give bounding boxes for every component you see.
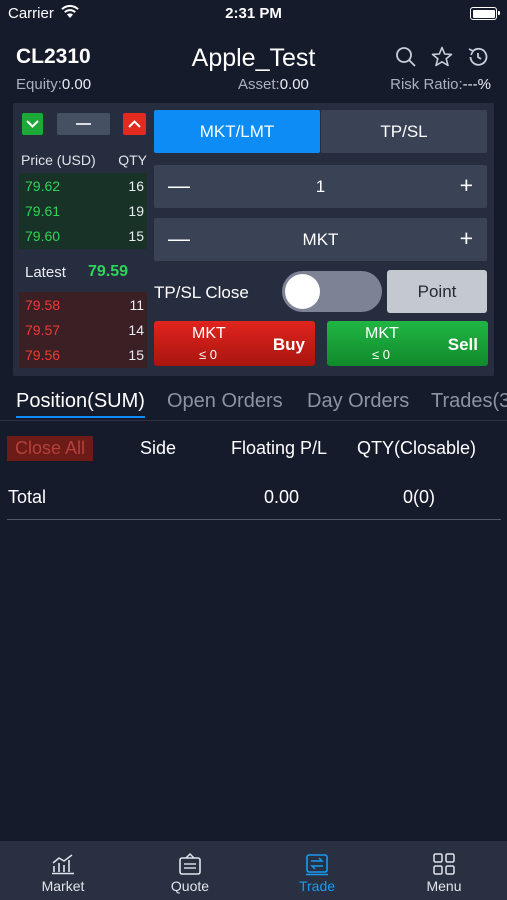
ask-row[interactable]: 79.62 16: [19, 173, 147, 198]
total-qty: 0(0): [403, 487, 436, 507]
tab-open-orders[interactable]: Open Orders: [167, 390, 283, 413]
bid-qty: 15: [128, 347, 144, 363]
column-side: Side: [140, 438, 177, 458]
bottom-tab-bar: Market Quote Trade Menu: [0, 841, 507, 900]
toggle-knob: [285, 274, 320, 309]
latest-label: Latest: [25, 264, 66, 281]
risk-label: Risk Ratio:: [390, 76, 463, 93]
divider: [0, 420, 507, 421]
tab-trades[interactable]: Trades(3): [431, 390, 507, 413]
tab-market-label: Market: [41, 878, 85, 894]
order-type-stepper: — MKT +: [154, 218, 487, 261]
equity-value: 0.00: [61, 76, 92, 93]
bid-levels: 79.58 11 79.57 14 79.56 15: [19, 292, 147, 368]
tpsl-close-toggle[interactable]: [282, 271, 382, 312]
bid-qty: 14: [128, 322, 144, 338]
sell-order-type: MKT: [365, 325, 399, 342]
quantity-stepper: — 1 +: [154, 165, 487, 208]
bid-price: 79.58: [25, 297, 61, 313]
bid-row[interactable]: 79.57 14: [19, 317, 147, 342]
clock: 2:31 PM: [225, 5, 282, 22]
trade-icon: [304, 852, 330, 876]
grid-icon: [431, 852, 457, 876]
bid-price: 79.56: [25, 347, 61, 363]
header: CL2310 Apple_Test Equity:0.00 Asset:0.00…: [0, 40, 507, 98]
search-icon[interactable]: [394, 45, 418, 69]
buy-price: ≤ 0: [199, 347, 217, 362]
ask-qty: 16: [128, 178, 144, 194]
ask-row[interactable]: 79.60 15: [19, 223, 147, 248]
latest-price: 79.59: [88, 263, 129, 280]
asset-value: 0.00: [279, 76, 309, 93]
tab-menu-label: Menu: [426, 878, 462, 894]
position-tabs: Position(SUM) Open Orders Day Orders Tra…: [0, 390, 507, 420]
ask-qty: 19: [128, 203, 144, 219]
tab-quote[interactable]: Quote: [127, 841, 253, 900]
order-type-increment-button[interactable]: +: [460, 225, 473, 252]
tab-menu[interactable]: Menu: [381, 841, 507, 900]
tpsl-close-label: TP/SL Close: [154, 283, 249, 302]
risk-ratio: Risk Ratio:---%: [390, 76, 491, 93]
price-column-header: Price (USD): [21, 152, 96, 168]
tab-mkt-lmt[interactable]: MKT/LMT: [154, 110, 320, 153]
order-book-header: Price (USD) QTY: [21, 152, 147, 168]
total-label: Total: [8, 487, 47, 507]
point-button[interactable]: Point: [387, 270, 487, 313]
tab-tp-sl[interactable]: TP/SL: [321, 110, 487, 153]
depth-flat-button[interactable]: [57, 113, 110, 135]
tab-day-orders[interactable]: Day Orders: [307, 390, 409, 413]
total-floating-pl: 0.00: [264, 487, 300, 507]
total-divider: [7, 519, 501, 520]
order-type-value[interactable]: MKT: [154, 230, 487, 250]
sell-price: ≤ 0: [372, 347, 390, 362]
chevron-up-icon[interactable]: [123, 113, 146, 135]
quote-icon: [177, 852, 203, 876]
ask-price: 79.62: [25, 178, 61, 194]
star-icon[interactable]: [430, 45, 454, 69]
buy-order-type: MKT: [192, 325, 226, 342]
trading-panel: Price (USD) QTY 79.62 16 79.61 19 79.60 15 …: [13, 103, 494, 376]
close-all-button[interactable]: Close All: [7, 436, 94, 461]
quantity-increment-button[interactable]: +: [460, 172, 473, 199]
bid-price: 79.57: [25, 322, 61, 338]
equity-label: Equity:: [16, 76, 62, 93]
asset: Asset:0.00: [238, 76, 309, 93]
ask-levels: 79.62 16 79.61 19 79.60 15: [19, 173, 147, 249]
history-icon[interactable]: [466, 45, 490, 69]
bid-row[interactable]: 79.58 11: [19, 292, 147, 317]
status-bar: Carrier 2:31 PM: [0, 0, 507, 30]
sell-button[interactable]: MKT ≤ 0 Sell: [327, 321, 488, 366]
battery-icon: [470, 7, 500, 20]
asset-label: Asset:: [238, 76, 280, 93]
chevron-down-icon[interactable]: [22, 113, 43, 135]
qty-column-header: QTY: [118, 152, 147, 168]
quantity-value[interactable]: 1: [154, 177, 487, 197]
ask-price: 79.60: [25, 228, 61, 244]
ask-qty: 15: [128, 228, 144, 244]
chart-icon: [50, 852, 76, 876]
tab-trade[interactable]: Trade: [254, 841, 380, 900]
tab-trade-label: Trade: [298, 878, 336, 894]
equity: Equity:0.00: [16, 76, 91, 93]
total-row: Total 0.00 0(0): [0, 485, 507, 509]
ask-row[interactable]: 79.61 19: [19, 198, 147, 223]
buy-label: Buy: [272, 335, 305, 354]
tab-quote-label: Quote: [170, 878, 210, 894]
tab-position-sum[interactable]: Position(SUM): [16, 390, 145, 418]
column-floating-pl: Floating P/L: [231, 438, 328, 458]
sell-label: Sell: [447, 335, 478, 354]
column-qty-closable: QTY(Closable): [357, 438, 477, 458]
ask-price: 79.61: [25, 203, 61, 219]
tab-market[interactable]: Market: [0, 841, 126, 900]
risk-value: ---%: [462, 76, 491, 93]
bid-row[interactable]: 79.56 15: [19, 342, 147, 367]
buy-button[interactable]: MKT ≤ 0 Buy: [154, 321, 315, 366]
positions-table-header: Close All Side Floating P/L QTY(Closable…: [0, 434, 507, 462]
bid-qty: 11: [129, 297, 144, 313]
